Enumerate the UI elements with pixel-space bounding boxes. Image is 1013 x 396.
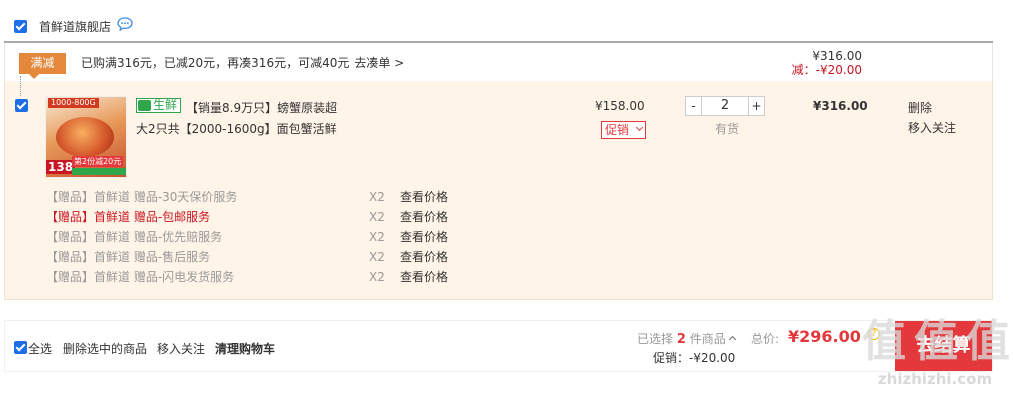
promo-select[interactable]: 促销 — [601, 121, 646, 139]
select-all-label[interactable]: 全选 — [28, 340, 52, 357]
gift-name: 【赠品】首鲜道 赠品-优先赔服务 — [46, 230, 223, 244]
select-all-checkbox[interactable] — [14, 341, 27, 354]
item-subtotal: ¥316.00 — [813, 99, 868, 113]
promo-sum: ¥316.00 — [812, 49, 862, 63]
product-title-line2[interactable]: 大2只共【2000-1600g】面包蟹活鲜 — [136, 120, 337, 137]
view-price-link[interactable]: 查看价格 — [400, 207, 448, 227]
decrease-quantity-button[interactable]: - — [686, 97, 702, 115]
gift-name: 【赠品】首鲜道 赠品-30天保价服务 — [46, 190, 238, 204]
delete-item-link[interactable]: 删除 — [908, 98, 956, 118]
selected-suffix: 件商品 — [689, 332, 726, 346]
selected-prefix: 已选择 — [637, 332, 674, 346]
fresh-leaf-icon — [138, 100, 151, 111]
thumb-weight-label: 1000-800G — [48, 98, 99, 108]
fresh-badge: 生鲜 — [136, 98, 182, 113]
promo-row: 满减 已购满316元，已减20元，再凑316元，可减40元 去凑单 > ¥316.… — [4, 43, 993, 81]
product-thumbnail[interactable]: 1000-800G 138 第2份减20元 — [45, 96, 127, 178]
shop-header: 首鲜道旗舰店 — [0, 0, 1013, 42]
clear-cart-link[interactable]: 清理购物车 — [215, 340, 275, 357]
move-selected-to-follow-link[interactable]: 移入关注 — [157, 340, 205, 357]
watermark-char: 值 — [914, 316, 958, 367]
watermark-url: zhizhizhi.com — [877, 370, 993, 388]
item-checkbox[interactable] — [15, 99, 28, 112]
view-price-link[interactable]: 查看价格 — [400, 227, 448, 247]
thumb-price: 138 — [46, 160, 76, 174]
quantity-input[interactable]: 2 — [703, 97, 747, 115]
view-price-link[interactable]: 查看价格 — [400, 267, 448, 287]
thumb-green-strip — [72, 168, 126, 175]
selected-count-number: 2 — [676, 332, 686, 347]
product-title-line1[interactable]: 【销量8.9万只】螃蟹原装超 — [186, 99, 337, 116]
chevron-up-icon — [728, 335, 736, 344]
unit-price: ¥158.00 — [595, 99, 645, 113]
delete-selected-link[interactable]: 删除选中的商品 — [63, 340, 147, 357]
thumb-promo: 第2份减20元 — [72, 156, 124, 167]
gift-qty: X2 — [369, 190, 385, 204]
chat-bubble-icon[interactable] — [117, 17, 133, 31]
shop-name[interactable]: 首鲜道旗舰店 — [39, 18, 111, 35]
move-to-follow-link[interactable]: 移入关注 — [908, 118, 956, 138]
item-operations: 删除 移入关注 — [908, 98, 956, 138]
total-label: 总价: — [751, 332, 780, 346]
watermark-char: 值 — [966, 316, 1010, 367]
quantity-stepper: - 2 + — [685, 96, 765, 116]
promo-summary: 促销：-¥20.00 — [653, 351, 736, 365]
gift-qty: X2 — [369, 230, 385, 244]
crab-image — [56, 117, 114, 157]
total-price: ¥296.00 — [788, 327, 861, 346]
stock-status: 有货 — [715, 122, 740, 136]
gift-qty: X2 — [369, 270, 385, 284]
view-price-link[interactable]: 查看价格 — [400, 187, 448, 207]
view-price-link[interactable]: 查看价格 — [400, 247, 448, 267]
promo-total: ¥316.00 减：-¥20.00 — [792, 49, 862, 77]
site-watermark: 值 值 值 zhizhizhi.com — [860, 312, 1010, 396]
gift-name: 【赠品】首鲜道 赠品-包邮服务 — [46, 210, 211, 224]
promo-text: 已购满316元，已减20元，再凑316元，可减40元 去凑单 > — [81, 54, 404, 71]
fresh-badge-label: 生鲜 — [153, 98, 178, 112]
gift-name: 【赠品】首鲜道 赠品-闪电发货服务 — [46, 270, 235, 284]
promo-discount: 减：-¥20.00 — [791, 63, 862, 77]
promo-description: 已购满316元，已减20元，再凑316元，可减40元 — [81, 56, 350, 70]
gift-qty: X2 — [369, 210, 385, 224]
watermark-char: 值 — [862, 316, 906, 367]
promo-select-label: 促销 — [605, 123, 630, 137]
cart-footer: 全选 删除选中的商品 移入关注 清理购物车 已选择 2 件商品 促销：-¥20.… — [4, 320, 993, 372]
gift-qty: X2 — [369, 250, 385, 264]
promo-connector — [20, 76, 21, 96]
add-on-link[interactable]: 去凑单 > — [354, 56, 404, 70]
shop-checkbox[interactable] — [14, 20, 27, 33]
gift-name: 【赠品】首鲜道 赠品-售后服务 — [46, 250, 211, 264]
promo-tag: 满减 — [19, 53, 66, 79]
chevron-down-icon — [635, 123, 644, 132]
cart-item: 1000-800G 138 第2份减20元 生鲜 【销量8.9万只】螃蟹原装超 … — [4, 81, 993, 300]
selected-count[interactable]: 已选择 2 件商品 — [637, 330, 736, 347]
increase-quantity-button[interactable]: + — [748, 97, 764, 115]
